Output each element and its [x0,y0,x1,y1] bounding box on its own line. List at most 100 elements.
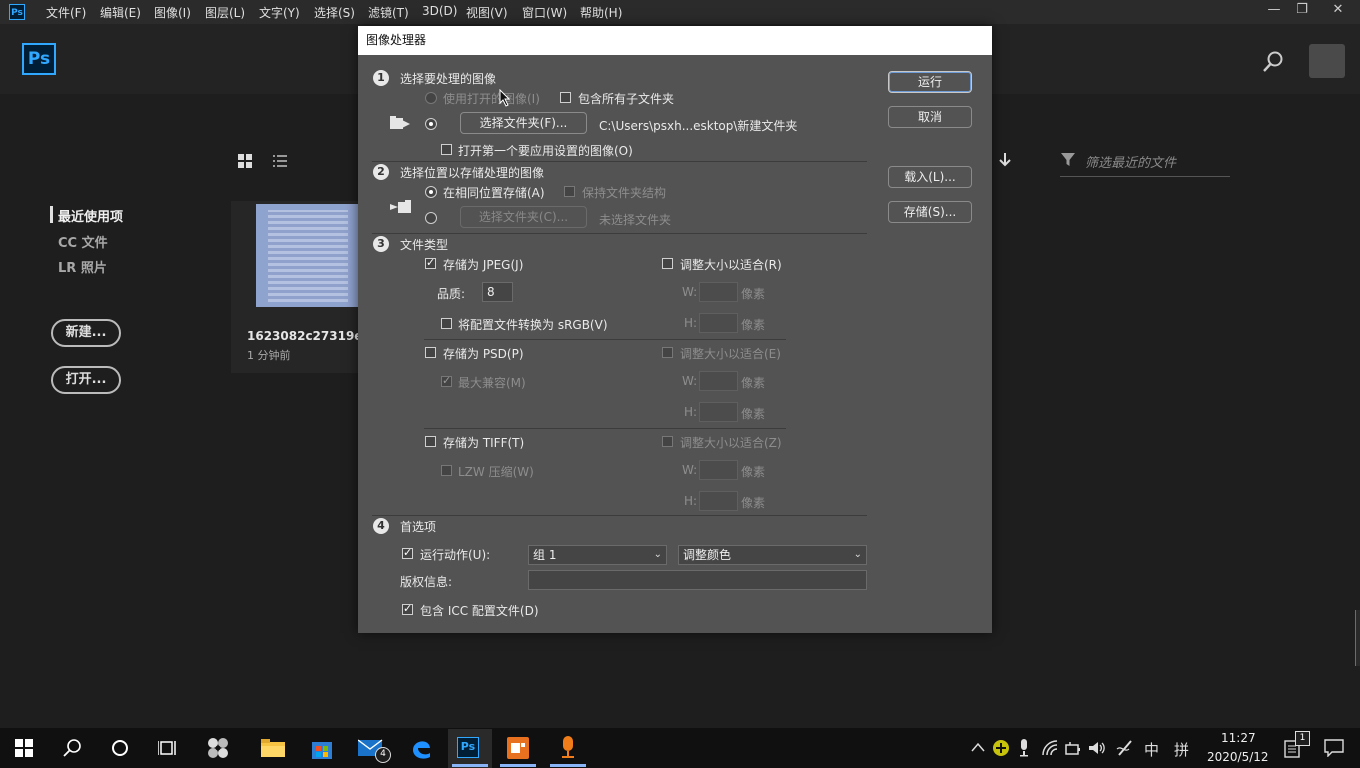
psd-height-label: H: [684,405,698,419]
save-psd-checkbox[interactable] [425,347,436,358]
resize-jpeg-checkbox[interactable] [662,258,673,269]
pinwheel-app-icon[interactable] [206,736,230,760]
menu-select[interactable]: 选择(S) [314,4,355,21]
photoshop-taskbar-icon[interactable]: Ps [457,737,479,758]
open-first-image-checkbox[interactable] [441,144,452,155]
load-button[interactable]: 载入(L)... [888,166,972,188]
select-dest-folder-button[interactable]: 选择文件夹(C)... [460,206,587,228]
file-explorer-icon[interactable] [261,738,285,758]
chevron-up-icon[interactable] [971,742,985,752]
tray-plus-icon[interactable] [992,739,1010,757]
use-open-images-label: 使用打开的图像(I) [443,92,540,106]
nav-cc-files[interactable]: CC 文件 [58,232,108,251]
list-view-icon[interactable] [273,154,289,170]
microphone-icon[interactable] [1018,739,1030,757]
recent-file-thumbnail[interactable] [256,204,358,307]
tiff-height-input[interactable] [699,491,738,511]
close-icon[interactable]: ✕ [1328,2,1348,17]
psd-width-input[interactable] [699,371,738,391]
tiff-width-input[interactable] [699,460,738,480]
recorder-app-icon[interactable] [557,736,579,760]
avatar[interactable] [1309,44,1345,78]
resize-tiff-checkbox[interactable] [662,436,673,447]
jpeg-width-input[interactable] [699,282,738,302]
select-folder-radio[interactable] [425,118,437,130]
same-location-radio[interactable] [425,186,437,198]
wifi-icon[interactable] [1042,740,1060,756]
max-compat-checkbox[interactable] [441,374,452,387]
run-action-checkbox[interactable] [402,546,413,559]
battery-icon[interactable] [1064,740,1082,756]
resize-psd-checkbox[interactable] [662,347,673,358]
store-icon[interactable] [310,736,334,760]
menu-edit[interactable]: 编辑(E) [100,4,141,21]
quality-input[interactable]: 8 [482,282,513,302]
sort-arrow-icon[interactable] [998,152,1012,168]
jpeg-height-input[interactable] [699,313,738,333]
keep-folder-structure-checkbox[interactable] [564,186,575,197]
tiff-width-unit: 像素 [741,465,766,479]
save-jpeg-checkbox[interactable] [425,256,436,269]
save-settings-button[interactable]: 存储(S)... [888,201,972,223]
include-subfolders-checkbox[interactable] [560,92,571,103]
open-button[interactable]: 打开... [51,366,121,394]
menu-help[interactable]: 帮助(H) [580,4,622,21]
menu-view[interactable]: 视图(V) [466,4,508,21]
clock-time[interactable]: 11:27 [1221,731,1256,745]
clock-date[interactable]: 2020/5/12 [1207,750,1269,764]
cancel-button[interactable]: 取消 [888,106,972,128]
grid-view-icon[interactable] [238,154,254,170]
app-indicator [550,764,586,767]
convert-srgb-checkbox[interactable] [441,318,452,329]
include-icc-checkbox[interactable] [402,602,413,615]
nav-lr-photos[interactable]: LR 照片 [58,257,107,276]
dest-folder-status: 未选择文件夹 [599,213,672,227]
minimize-icon[interactable]: — [1264,2,1284,17]
filter-icon [1061,153,1075,166]
select-dest-folder-radio[interactable] [425,212,437,224]
dialog-title: 图像处理器 [358,26,992,55]
edge-browser-icon[interactable] [410,736,432,760]
action-set-select[interactable]: 组 1 ⌄ [528,545,667,565]
ime-mode[interactable]: 拼 [1174,739,1189,760]
slides-app-icon[interactable] [507,737,529,759]
open-first-image-label: 打开第一个要应用设置的图像(O) [458,144,633,158]
menu-type[interactable]: 文字(Y) [259,4,300,21]
pen-icon[interactable] [1116,739,1134,757]
action-center-icon[interactable] [1324,739,1344,757]
tiff-height-label: H: [684,494,698,508]
select-source-folder-button[interactable]: 选择文件夹(F)... [460,112,587,134]
jpeg-height-unit: 像素 [741,318,766,332]
section-1-heading: 选择要处理的图像 [400,72,497,86]
save-tiff-checkbox[interactable] [425,436,436,447]
mouse-cursor-icon [499,89,511,107]
input-language[interactable]: 中 [1144,739,1159,760]
menu-3d[interactable]: 3D(D) [422,4,457,18]
menu-image[interactable]: 图像(I) [154,4,191,21]
action-select[interactable]: 调整颜色 ⌄ [678,545,867,565]
use-open-images-radio[interactable] [425,92,437,104]
filter-input[interactable]: 筛选最近的文件 [1085,152,1176,171]
section-2-number: 2 [373,164,389,180]
volume-icon[interactable] [1088,740,1106,756]
psd-width-unit: 像素 [741,376,766,390]
tiff-height-unit: 像素 [741,496,766,510]
lzw-checkbox[interactable] [441,465,452,476]
search-icon[interactable] [62,738,82,758]
psd-height-input[interactable] [699,402,738,422]
nav-recent[interactable]: 最近使用项 [58,206,123,225]
section-3-number: 3 [373,236,389,252]
windows-start-icon[interactable] [15,739,33,757]
new-button[interactable]: 新建... [51,319,121,347]
run-button[interactable]: 运行 [888,71,972,93]
copyright-input[interactable] [528,570,867,590]
restore-icon[interactable]: ❐ [1292,2,1312,17]
menu-window[interactable]: 窗口(W) [522,4,567,21]
menu-filter[interactable]: 滤镜(T) [368,4,409,21]
photoshop-app-icon: Ps [9,4,25,20]
cortana-icon[interactable] [110,738,130,758]
menu-file[interactable]: 文件(F) [46,4,86,21]
task-view-icon[interactable] [158,738,178,758]
menu-layer[interactable]: 图层(L) [205,4,245,21]
search-icon[interactable] [1262,50,1286,74]
